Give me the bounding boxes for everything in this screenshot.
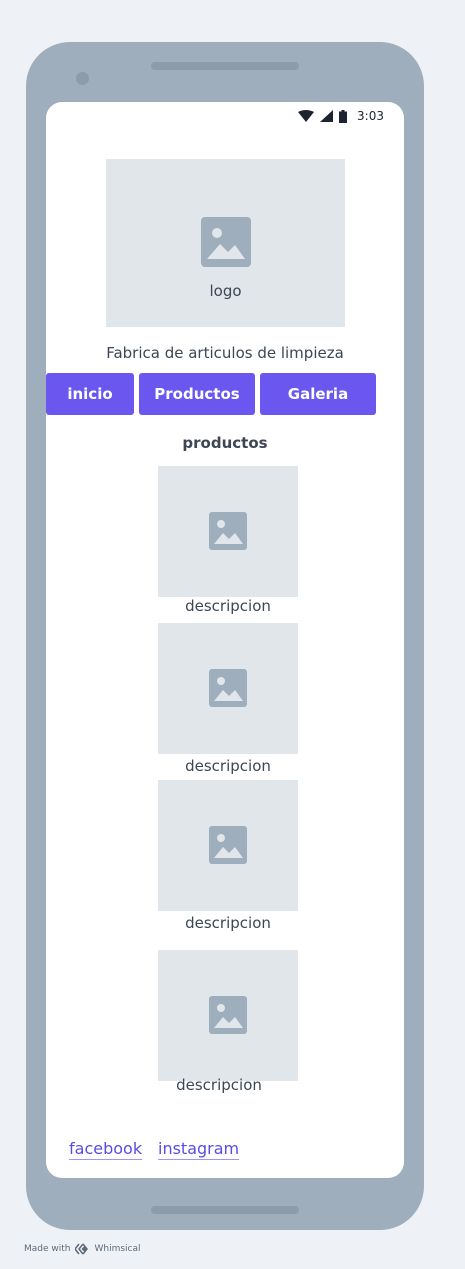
product-description: descripcion [185, 914, 271, 932]
product-image[interactable] [158, 623, 298, 754]
whimsical-logo-icon [74, 1243, 88, 1255]
status-bar: 3:03 [298, 107, 384, 125]
image-placeholder-icon [209, 826, 247, 864]
image-placeholder-icon [209, 512, 247, 550]
phone-frame: 3:03 logo Fabrica de articulos de limpie… [26, 42, 424, 1230]
instagram-link[interactable]: instagram [158, 1139, 240, 1160]
product-description: descripcion [176, 1076, 262, 1094]
nav-galeria-button[interactable]: Galeria [260, 373, 376, 415]
speaker [151, 62, 299, 70]
products-section-title: productos [182, 434, 268, 452]
logo-placeholder: logo [106, 159, 345, 327]
wifi-icon [298, 110, 315, 122]
image-placeholder-icon [200, 217, 251, 267]
phone-screen: 3:03 logo Fabrica de articulos de limpie… [46, 102, 404, 1178]
whimsical-brand: Whimsical [94, 1244, 141, 1254]
product-image[interactable] [158, 950, 298, 1081]
status-time: 3:03 [357, 109, 384, 123]
logo-label: logo [209, 282, 242, 300]
tagline: Fabrica de articulos de limpieza [106, 344, 344, 362]
product-description: descripcion [185, 757, 271, 775]
nav-inicio-button[interactable]: inicio [46, 373, 134, 415]
product-image[interactable] [158, 466, 298, 597]
made-with-label: Made with [24, 1244, 71, 1254]
cellular-signal-icon [320, 110, 334, 122]
home-indicator [151, 1206, 299, 1214]
image-placeholder-icon [209, 669, 247, 707]
made-with-footer[interactable]: Made with Whimsical [24, 1243, 141, 1255]
facebook-link[interactable]: facebook [69, 1139, 143, 1160]
product-description: descripcion [185, 597, 271, 615]
image-placeholder-icon [209, 996, 247, 1034]
camera [76, 72, 89, 85]
nav-productos-button[interactable]: Productos [139, 373, 255, 415]
battery-icon [339, 109, 348, 123]
product-image[interactable] [158, 780, 298, 911]
